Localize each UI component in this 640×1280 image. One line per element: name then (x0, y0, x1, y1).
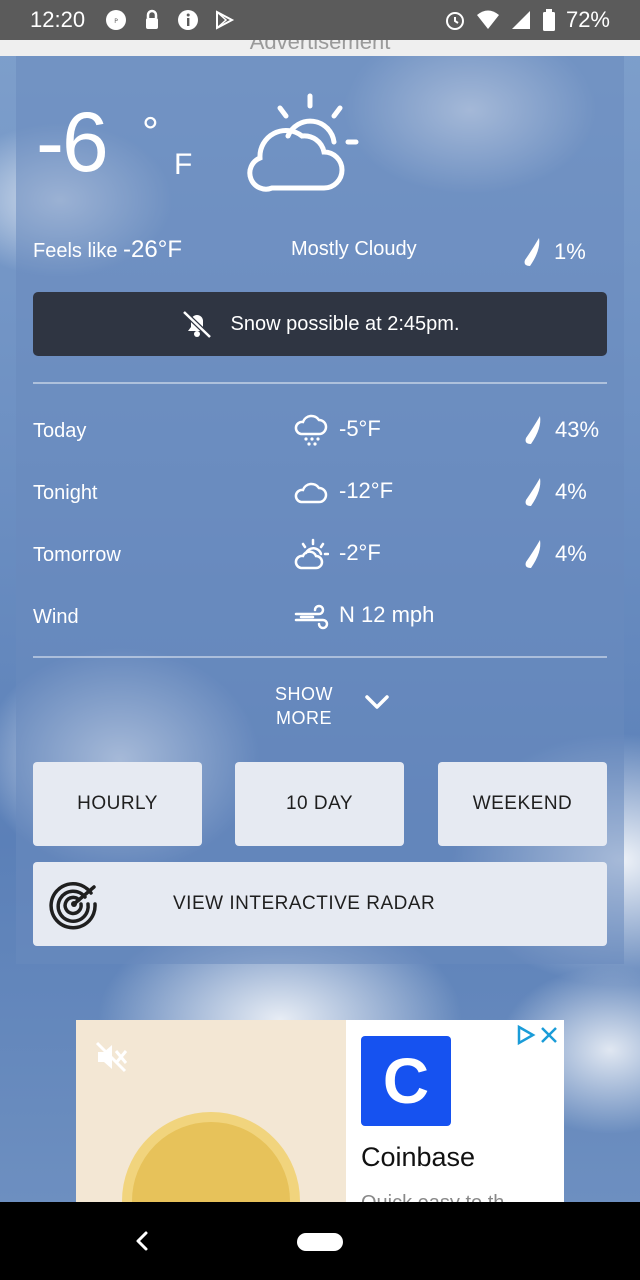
raindrop-icon (524, 238, 540, 266)
ad-subtext: Quick easy to th (361, 1192, 504, 1202)
weekend-button[interactable]: WEEKEND (438, 762, 607, 846)
forecast-label: Today (33, 420, 87, 442)
show-more-button[interactable]: SHOW MORE (275, 682, 333, 730)
app-notification-icon: P (106, 10, 127, 30)
forecast-precip-value: 4% (555, 479, 587, 504)
current-precip-value: 1% (554, 239, 586, 264)
raindrop-icon (525, 416, 541, 444)
forecast-precip: 43% (523, 414, 599, 446)
partly-cloudy-icon (247, 93, 359, 192)
show-more-line1: SHOW (275, 684, 333, 704)
ad-choices-close[interactable] (516, 1024, 560, 1052)
wifi-icon (476, 10, 499, 29)
info-icon (178, 10, 199, 30)
forecast-precip-value: 43% (555, 417, 600, 442)
ad-label: Advertisement (0, 40, 640, 56)
cloud-icon (294, 482, 328, 504)
feels-like-label: Feels like (33, 240, 118, 262)
home-button[interactable] (297, 1233, 343, 1251)
ad-choices-icon[interactable] (516, 1024, 560, 1046)
forecast-value: -5°F (339, 416, 381, 441)
forecast-value: -12°F (339, 478, 394, 503)
current-precip: 1% (522, 236, 586, 268)
wind-icon (294, 604, 329, 630)
hourly-button[interactable]: HOURLY (33, 762, 202, 846)
lock-icon (146, 9, 159, 29)
forecast-label: Tomorrow (33, 544, 121, 566)
radar-icon (49, 882, 97, 930)
wind-value: N 12 mph (339, 602, 435, 627)
show-more-line2: MORE (276, 708, 332, 728)
view-radar-button[interactable]: VIEW INTERACTIVE RADAR (33, 862, 607, 946)
mute-icon[interactable] (94, 1040, 128, 1074)
ten-day-button[interactable]: 10 DAY (235, 762, 404, 846)
divider-bottom (33, 656, 607, 658)
forecast-precip: 4% (523, 476, 587, 508)
forecast-precip-value: 4% (555, 541, 587, 566)
forecast-precip: 4% (523, 538, 587, 570)
status-time: 12:20 (30, 7, 86, 32)
status-right: 72% (444, 7, 610, 33)
bitcoin-coin-image (122, 1112, 300, 1202)
temp-unit: F (174, 148, 193, 181)
ad-brand-name[interactable]: Coinbase (361, 1142, 475, 1173)
svg-text:P: P (114, 18, 118, 25)
notifications-off-icon (182, 310, 213, 339)
forecast-row-today[interactable]: Today -5°F 43% (33, 410, 607, 450)
raindrop-icon (525, 540, 541, 568)
navigation-bar (0, 1202, 640, 1280)
advertisement[interactable]: C Coinbase Quick easy to th (76, 1020, 564, 1202)
divider-top (33, 382, 607, 384)
radar-label: VIEW INTERACTIVE RADAR (173, 893, 436, 914)
ad-image (76, 1020, 346, 1202)
snow-cloud-icon (294, 414, 328, 446)
weather-alert[interactable]: Snow possible at 2:45pm. (33, 292, 607, 356)
alarm-icon (445, 12, 464, 30)
forecast-row-tonight[interactable]: Tonight -12°F 4% (33, 472, 607, 512)
current-condition: Mostly Cloudy (291, 238, 417, 260)
battery-icon (542, 9, 555, 31)
current-temperature: -6 (36, 95, 109, 189)
battery-percent: 72% (565, 7, 610, 32)
forecast-label: Tonight (33, 482, 98, 504)
play-store-icon (216, 10, 235, 30)
signal-icon (511, 11, 530, 29)
feels-like-value: -26°F (123, 236, 182, 263)
partly-cloudy-icon (294, 538, 329, 570)
forecast-value: -2°F (339, 540, 381, 565)
temp-degree-symbol: ° (142, 108, 159, 155)
chevron-down-icon[interactable] (362, 690, 392, 714)
alert-text: Snow possible at 2:45pm. (230, 312, 460, 335)
status-bar: 12:20 P 72% (0, 0, 640, 40)
back-icon[interactable] (130, 1226, 154, 1256)
forecast-row-tomorrow[interactable]: Tomorrow -2°F 4% (33, 534, 607, 574)
feels-like: Feels like -26°F (33, 236, 182, 264)
raindrop-icon (525, 478, 541, 506)
wind-row: Wind N 12 mph (33, 596, 607, 636)
wind-label: Wind (33, 606, 79, 628)
coinbase-logo[interactable]: C (361, 1036, 451, 1126)
